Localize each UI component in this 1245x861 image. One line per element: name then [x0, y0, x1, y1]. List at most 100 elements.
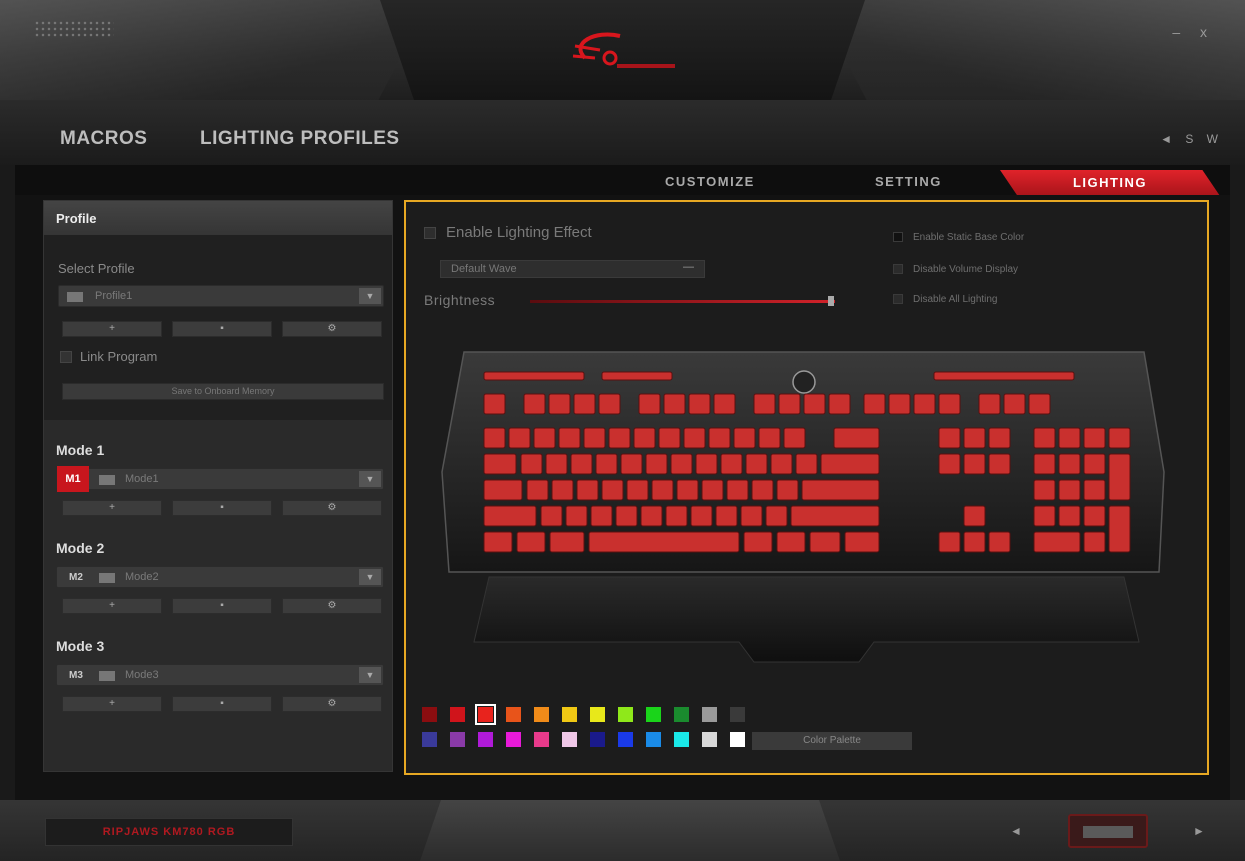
mode-3-select[interactable]: M3 Mode3 ▼ — [56, 664, 384, 686]
keyboard-key[interactable] — [913, 393, 936, 415]
mode-3-add-button[interactable]: + — [62, 696, 162, 712]
static-base-color-checkbox[interactable] — [893, 232, 903, 243]
keyboard-key[interactable] — [1083, 479, 1106, 501]
keyboard-key[interactable] — [626, 479, 649, 501]
color-swatch[interactable] — [422, 707, 437, 722]
keyboard-key[interactable] — [978, 393, 1001, 415]
keyboard-key[interactable] — [1083, 453, 1106, 475]
keyboard-key[interactable] — [833, 427, 880, 449]
keyboard-key[interactable] — [988, 427, 1011, 449]
keyboard-key[interactable] — [695, 453, 718, 475]
keyboard-key[interactable] — [615, 505, 638, 527]
option-disable-volume[interactable]: Disable Volume Display — [893, 264, 1018, 275]
keyboard-key[interactable] — [483, 505, 537, 527]
option-disable-all-lighting[interactable]: Disable All Lighting — [893, 294, 998, 305]
keyboard-key[interactable] — [540, 505, 563, 527]
next-device-icon[interactable]: ► — [1193, 824, 1205, 838]
mode-1-select[interactable]: M1 Mode1 ▼ — [56, 466, 384, 492]
keyboard-key[interactable] — [938, 453, 961, 475]
effect-dropdown-icon[interactable]: — — [683, 261, 694, 273]
keyboard-key[interactable] — [551, 479, 574, 501]
keyboard-key[interactable] — [713, 393, 736, 415]
mode-3-badge[interactable]: M3 — [65, 668, 87, 684]
device-thumbnail[interactable] — [1068, 814, 1148, 848]
color-swatch[interactable] — [646, 732, 661, 747]
color-swatch[interactable] — [562, 732, 577, 747]
profile-settings-button[interactable]: ⚙ — [282, 321, 382, 337]
save-onboard-button[interactable]: Save to Onboard Memory — [62, 383, 384, 400]
disable-volume-checkbox[interactable] — [893, 264, 903, 275]
chevron-down-icon[interactable]: ▼ — [359, 667, 381, 683]
nav-lighting-profiles[interactable]: LIGHTING PROFILES — [200, 128, 400, 150]
keyboard-key[interactable] — [549, 531, 585, 553]
link-program-checkbox[interactable] — [60, 351, 72, 363]
keyboard-key[interactable] — [708, 427, 731, 449]
keyboard-key[interactable] — [590, 505, 613, 527]
keyboard-key[interactable] — [651, 479, 674, 501]
color-swatch[interactable] — [422, 732, 437, 747]
keyboard-key[interactable] — [963, 531, 986, 553]
keyboard-key[interactable] — [1033, 453, 1056, 475]
keyboard-key[interactable] — [743, 531, 773, 553]
keyboard-key[interactable] — [1108, 453, 1131, 501]
mode-2-settings-button[interactable]: ⚙ — [282, 598, 382, 614]
keyboard-key[interactable] — [670, 453, 693, 475]
keyboard-key[interactable] — [595, 453, 618, 475]
color-palette-button[interactable]: Color Palette — [752, 732, 912, 750]
keyboard-key[interactable] — [516, 531, 546, 553]
keyboard-key[interactable] — [1058, 505, 1081, 527]
keyboard-key[interactable] — [558, 427, 581, 449]
keyboard-key[interactable] — [483, 427, 506, 449]
keyboard-key[interactable] — [1108, 505, 1131, 553]
keyboard-key[interactable] — [573, 393, 596, 415]
keyboard-key[interactable] — [483, 479, 523, 501]
keyboard-preview[interactable] — [434, 342, 1174, 682]
keyboard-key[interactable] — [783, 427, 806, 449]
language-switch[interactable]: ◄ S W — [1160, 132, 1223, 146]
keyboard-key[interactable] — [520, 453, 543, 475]
keyboard-key[interactable] — [483, 393, 506, 415]
keyboard-key[interactable] — [598, 393, 621, 415]
color-swatch[interactable] — [618, 707, 633, 722]
keyboard-key[interactable] — [803, 393, 826, 415]
color-swatch[interactable] — [646, 707, 661, 722]
profile-select[interactable]: Profile1 ▼ — [58, 285, 384, 307]
tab-customize[interactable]: CUSTOMIZE — [665, 174, 755, 189]
tab-lighting[interactable]: LIGHTING — [1000, 170, 1220, 196]
keyboard-key[interactable] — [745, 453, 768, 475]
color-swatch[interactable] — [450, 707, 465, 722]
keyboard-key[interactable] — [688, 393, 711, 415]
chevron-down-icon[interactable]: ▼ — [359, 288, 381, 304]
keyboard-key[interactable] — [1033, 505, 1056, 527]
keyboard-key[interactable] — [665, 505, 688, 527]
keyboard-key[interactable] — [733, 427, 756, 449]
keyboard-key[interactable] — [638, 393, 661, 415]
keyboard-key[interactable] — [715, 505, 738, 527]
mode-1-badge[interactable]: M1 — [57, 466, 89, 492]
mode-2-select[interactable]: M2 Mode2 ▼ — [56, 566, 384, 588]
keyboard-key[interactable] — [545, 453, 568, 475]
keyboard-key[interactable] — [1033, 531, 1081, 553]
keyboard-key[interactable] — [645, 453, 668, 475]
keyboard-key[interactable] — [601, 371, 673, 381]
keyboard-key[interactable] — [576, 479, 599, 501]
keyboard-key[interactable] — [676, 479, 699, 501]
keyboard-key[interactable] — [548, 393, 571, 415]
nav-macros[interactable]: MACROS — [60, 128, 147, 150]
keyboard-key[interactable] — [1083, 531, 1106, 553]
keyboard-key[interactable] — [753, 393, 776, 415]
mode-1-slider-button[interactable]: ▪ — [172, 500, 272, 516]
color-swatch[interactable] — [506, 707, 521, 722]
keyboard-key[interactable] — [963, 505, 986, 527]
color-swatch[interactable] — [478, 732, 493, 747]
keyboard-key[interactable] — [770, 453, 793, 475]
disable-all-lighting-checkbox[interactable] — [893, 294, 903, 305]
color-swatch[interactable] — [674, 732, 689, 747]
keyboard-key[interactable] — [765, 505, 788, 527]
keyboard-key[interactable] — [1108, 427, 1131, 449]
color-swatch[interactable] — [450, 732, 465, 747]
window-controls[interactable]: – x — [1172, 24, 1215, 40]
brightness-slider[interactable] — [530, 300, 835, 303]
keyboard-key[interactable] — [726, 479, 749, 501]
keyboard-key[interactable] — [588, 531, 740, 553]
